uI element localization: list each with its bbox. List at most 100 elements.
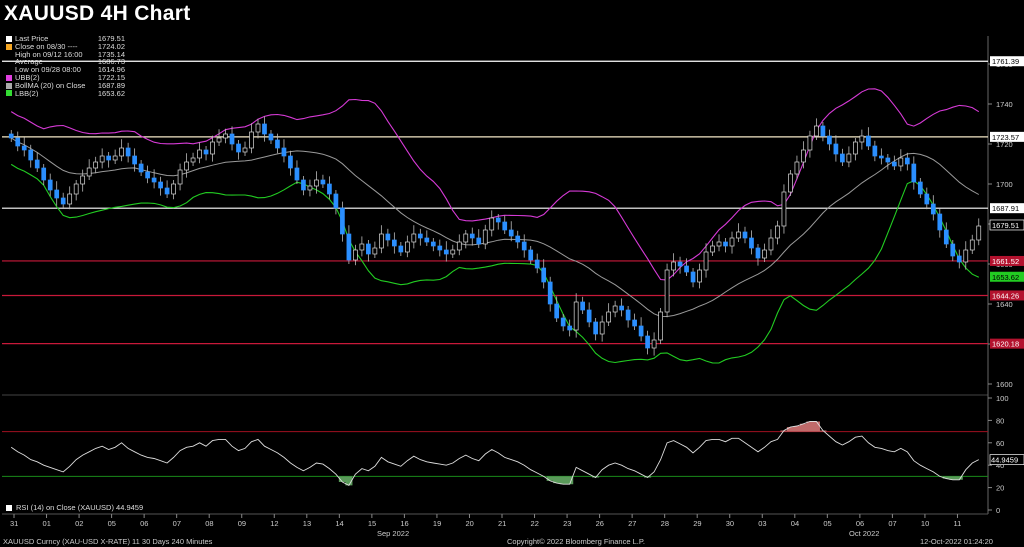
candle-body — [956, 255, 962, 263]
candle-body — [976, 225, 982, 241]
legend-label: Last Price — [15, 35, 49, 43]
candle-body — [8, 133, 14, 139]
candle-body — [736, 231, 741, 239]
candle-body — [482, 229, 488, 245]
lbb-label: 1653.62 — [992, 273, 1019, 282]
candle-body — [93, 161, 99, 169]
candle-body — [307, 185, 313, 191]
candle-body — [379, 233, 384, 249]
candle-body — [599, 321, 605, 335]
candle-body — [827, 135, 832, 145]
time-tick-label: 28 — [661, 519, 669, 528]
legend-value: 1653.62 — [97, 88, 125, 98]
level-label: 1723.57 — [992, 133, 1019, 142]
candle-body — [749, 237, 754, 249]
legend-swatch — [6, 82, 12, 89]
candle-body — [664, 269, 670, 313]
candle-body — [288, 155, 293, 169]
time-tick-label: 23 — [563, 519, 571, 528]
candle-body — [236, 143, 241, 153]
candle-body — [34, 159, 40, 169]
time-tick-label: 21 — [498, 519, 506, 528]
candle-body — [171, 183, 176, 195]
candle-body — [606, 311, 611, 323]
legend-label: UBB(2) — [15, 73, 40, 82]
candle-body — [203, 149, 209, 155]
legend-swatch — [6, 43, 12, 50]
candle-body — [476, 237, 482, 245]
time-tick-label: 22 — [531, 519, 539, 528]
candle-body — [86, 167, 92, 177]
candle-body — [15, 137, 21, 147]
candle-body — [521, 241, 527, 251]
legend-swatch — [6, 59, 12, 65]
candle-body — [781, 191, 787, 227]
candle-body — [281, 147, 287, 157]
candle-body — [21, 145, 27, 151]
candle-body — [177, 169, 183, 185]
candle-body — [554, 303, 560, 319]
candle-body — [242, 147, 248, 153]
legend-swatch — [6, 35, 12, 42]
candle-body — [684, 265, 689, 273]
candle-body — [353, 249, 358, 261]
rsi-tick-label: 60 — [996, 439, 1004, 448]
candle-body — [632, 319, 637, 327]
candle-body — [508, 229, 514, 237]
candle-body — [768, 237, 774, 251]
legend-swatch — [6, 67, 12, 73]
candle-body — [210, 141, 215, 155]
candle-body — [359, 243, 365, 251]
candle-body — [917, 181, 923, 195]
candle-body — [716, 241, 722, 247]
candle-body — [125, 147, 131, 157]
candle-body — [249, 131, 254, 149]
time-tick-label: 20 — [465, 519, 473, 528]
candle-body — [327, 183, 332, 195]
candle-body — [859, 135, 865, 143]
candle-body — [197, 149, 202, 159]
level-label: 1761.39 — [992, 57, 1019, 66]
time-tick-label: 29 — [693, 519, 701, 528]
moving-average-line — [10, 137, 980, 318]
candle-body — [950, 243, 956, 257]
month-label: Oct 2022 — [849, 529, 879, 538]
candle-body — [904, 157, 910, 165]
price-tick-label: 1700 — [996, 180, 1013, 189]
rsi-oversold-fill — [338, 476, 963, 486]
candle-body — [911, 163, 917, 183]
candle-body — [54, 189, 60, 199]
upper-band-line — [10, 88, 980, 281]
candle-body — [437, 245, 443, 251]
candle-body — [872, 145, 878, 157]
candle-body — [443, 249, 449, 255]
candle-body — [404, 241, 410, 253]
candle-body — [703, 251, 709, 271]
candle-body — [937, 213, 943, 231]
time-tick-label: 02 — [75, 519, 83, 528]
candle-body — [794, 161, 800, 175]
candle-body — [528, 249, 534, 261]
candle-body — [424, 237, 430, 243]
candle-body — [866, 135, 871, 147]
rsi-swatch — [6, 504, 12, 511]
candle-body — [930, 203, 936, 215]
candle-body — [729, 237, 735, 247]
candle-body — [645, 335, 650, 349]
rsi-tick-label: 100 — [996, 394, 1009, 403]
candle-body — [891, 161, 897, 167]
time-tick-label: 27 — [628, 519, 636, 528]
candle-body — [99, 155, 105, 163]
footer-ticker: XAUUSD Curncy (XAU-USD X-RATE) 11 30 Day… — [3, 537, 213, 546]
candle-body — [164, 187, 170, 195]
candle-body — [301, 179, 306, 191]
level-label: 1687.91 — [992, 204, 1019, 213]
candle-body — [619, 305, 624, 311]
candle-body — [151, 177, 157, 183]
rsi-line — [10, 421, 980, 486]
time-tick-label: 05 — [823, 519, 831, 528]
candle-body — [541, 267, 547, 283]
candle-body — [697, 269, 702, 283]
candle-body — [567, 325, 573, 331]
legend-label: Low on 09/28 08:00 — [15, 66, 81, 74]
